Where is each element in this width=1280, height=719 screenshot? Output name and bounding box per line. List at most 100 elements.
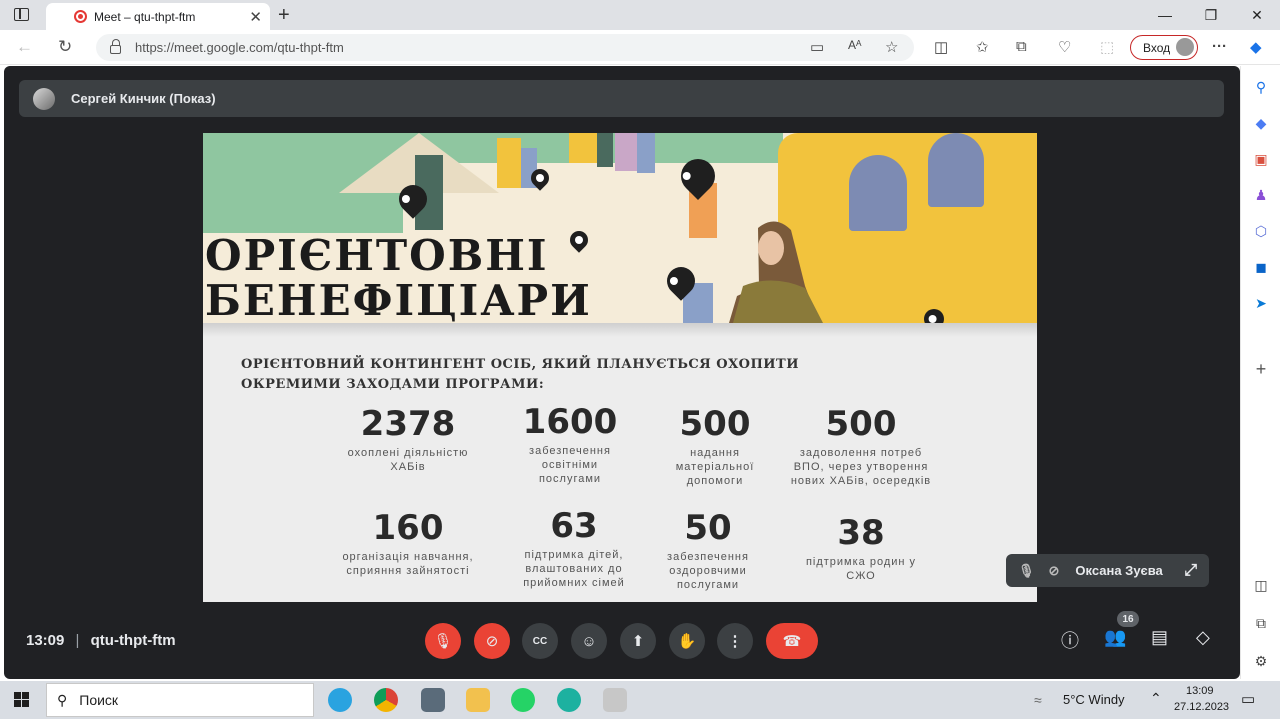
stat-label: забезпечення освітніми послугами: [529, 445, 611, 485]
stat-number: 160: [372, 508, 444, 548]
outlook-icon[interactable]: ◼: [1252, 258, 1270, 276]
taskbar-search-box[interactable]: ⚲ Поиск: [46, 683, 314, 717]
chevron-up-icon[interactable]: ⌃: [1150, 690, 1162, 707]
captions-button[interactable]: CC: [522, 623, 558, 659]
people-icon[interactable]: 👥: [1104, 627, 1126, 648]
stat-item: 63 підтримка дітей, влаштованих до прийо…: [515, 507, 633, 590]
microphone-toggle-button[interactable]: 🎙: [425, 623, 461, 659]
collections-icon[interactable]: ⧉: [1016, 38, 1027, 55]
presenter-avatar: [33, 87, 55, 110]
whatsapp-icon[interactable]: [511, 688, 535, 712]
mic-off-icon: 🎙: [1018, 562, 1035, 578]
recording-icon: [74, 10, 87, 23]
meeting-info-icon[interactable]: ⓘ: [1061, 627, 1079, 653]
raise-hand-button[interactable]: ✋: [669, 623, 705, 659]
app-icon[interactable]: [603, 688, 627, 712]
more-menu-icon[interactable]: ···: [1212, 38, 1227, 55]
add-icon[interactable]: +: [1252, 359, 1270, 379]
self-name: Оксана Зуєва: [1075, 563, 1163, 578]
favorite-star-icon[interactable]: ☆: [885, 38, 898, 56]
stat-label: організація навчання, сприяння зайнятост…: [342, 551, 474, 577]
self-view-tile[interactable]: 🎙 ⊘ Оксана Зуєва ⤢: [1006, 554, 1209, 587]
copilot-icon[interactable]: ◆: [1250, 38, 1262, 56]
stat-item: 38 підтримка родин у СЖО: [799, 514, 923, 583]
leave-call-button[interactable]: ☎: [766, 623, 818, 659]
chat-icon[interactable]: ▤: [1151, 627, 1168, 648]
favorites-icon[interactable]: ✩: [976, 38, 989, 56]
more-options-button[interactable]: ⋮: [717, 623, 753, 659]
stat-label: задоволення потреб ВПО, через утворення …: [790, 447, 932, 487]
shopping-tag-icon[interactable]: ◆: [1252, 114, 1270, 132]
read-aloud-icon[interactable]: Aᴬ: [848, 38, 861, 52]
navigation-bar: ← ↻ https://meet.google.com/qtu-thpt-ftm…: [0, 30, 1280, 65]
open-external-icon[interactable]: ⧉: [1252, 614, 1270, 632]
slide-headline: ОРІЄНТОВНІ БЕНЕФІЦІАРИ: [205, 233, 592, 323]
sidebar-layout-icon[interactable]: ◫: [1252, 576, 1270, 594]
camera-toggle-button[interactable]: ⊘: [474, 623, 510, 659]
address-bar[interactable]: https://meet.google.com/qtu-thpt-ftm: [96, 34, 914, 61]
activities-icon[interactable]: ◇: [1196, 627, 1210, 648]
settings-gear-icon[interactable]: ⚙: [1252, 652, 1270, 670]
wind-icon: ≈: [1034, 692, 1042, 708]
search-icon: ⚲: [57, 691, 68, 708]
stat-label: підтримка родин у СЖО: [805, 556, 917, 582]
smiley-icon: ☺: [581, 632, 597, 650]
browser-essentials-icon[interactable]: ♡: [1058, 38, 1071, 56]
send-icon[interactable]: ➤: [1252, 294, 1270, 312]
restore-icon[interactable]: ❐: [1188, 0, 1234, 30]
taskbar-date[interactable]: 27.12.2023: [1174, 701, 1229, 713]
signin-label: Вход: [1143, 40, 1171, 55]
present-button[interactable]: ⬆: [620, 623, 656, 659]
profile-avatar: [1176, 38, 1194, 56]
expand-icon[interactable]: ⤢: [1184, 562, 1197, 580]
stat-number: 38: [837, 513, 885, 553]
headline-line-2: БЕНЕФІЦІАРИ: [205, 276, 592, 323]
stat-item: 2378 охоплені діяльністю ХАБів: [333, 405, 483, 474]
stat-item: 50 забезпечення оздоровчими послугами: [658, 509, 758, 592]
house-illustration: [497, 138, 521, 188]
house-illustration: [569, 133, 597, 163]
url-text: https://meet.google.com/qtu-thpt-ftm: [135, 40, 344, 55]
tools-icon[interactable]: ▣: [1252, 150, 1270, 168]
chrome-icon[interactable]: [374, 688, 398, 712]
house-illustration: [615, 133, 637, 171]
file-explorer-icon[interactable]: [466, 688, 490, 712]
presented-slide: ОРІЄНТОВНІ БЕНЕФІЦІАРИ ОРІЄНТОВНИЙ КОНТИ…: [203, 133, 1037, 602]
close-tab-icon[interactable]: ✕: [249, 8, 262, 26]
edge-browser-icon[interactable]: [557, 688, 581, 712]
new-tab-icon[interactable]: +: [278, 4, 290, 27]
captions-icon: CC: [532, 635, 548, 647]
phone-hangup-icon: ☎: [782, 633, 802, 650]
search-placeholder: Поиск: [79, 692, 119, 708]
headline-line-1: ОРІЄНТОВНІ: [205, 231, 549, 280]
camera-off-icon: ⊘: [1048, 562, 1060, 578]
windows-taskbar: ⚲ Поиск ≈ 5°C Windy ⌃ 13:09 27.12.2023 ▭: [0, 681, 1280, 719]
camera-off-icon: ⊘: [485, 633, 499, 650]
minimize-icon[interactable]: —: [1142, 0, 1188, 30]
browser-tab-bar: Meet – qtu-thpt-ftm ✕ + — ❐ ✕: [0, 0, 1280, 89]
notifications-icon[interactable]: ▭: [1241, 690, 1255, 708]
calculator-icon[interactable]: [421, 688, 445, 712]
back-icon[interactable]: ←: [16, 37, 33, 57]
stat-number: 2378: [360, 404, 456, 444]
camera-icon[interactable]: ▭: [810, 38, 824, 56]
taskbar-time[interactable]: 13:09: [1186, 685, 1214, 697]
sidebar-toggle-icon[interactable]: [14, 8, 29, 21]
house-illustration: [597, 133, 613, 167]
browser-tab[interactable]: Meet – qtu-thpt-ftm ✕: [46, 3, 270, 89]
split-screen-icon[interactable]: ◫: [934, 38, 948, 56]
reactions-button[interactable]: ☺: [571, 623, 607, 659]
games-icon[interactable]: ♟: [1252, 186, 1270, 204]
close-window-icon[interactable]: ✕: [1234, 0, 1280, 30]
telegram-icon[interactable]: [328, 688, 352, 712]
meeting-code: qtu-thpt-ftm: [90, 632, 176, 649]
hand-icon: ✋: [677, 633, 697, 650]
weather-text[interactable]: 5°C Windy: [1063, 692, 1125, 707]
search-icon[interactable]: ⚲: [1252, 78, 1270, 96]
microsoft-365-icon[interactable]: ⬡: [1252, 222, 1270, 240]
more-vert-icon: ⋮: [727, 633, 743, 650]
extensions-icon[interactable]: ⬚: [1100, 38, 1114, 56]
reload-icon[interactable]: ↻: [58, 37, 72, 57]
signin-button[interactable]: Вход: [1130, 35, 1198, 60]
windows-start-icon[interactable]: [14, 692, 30, 708]
